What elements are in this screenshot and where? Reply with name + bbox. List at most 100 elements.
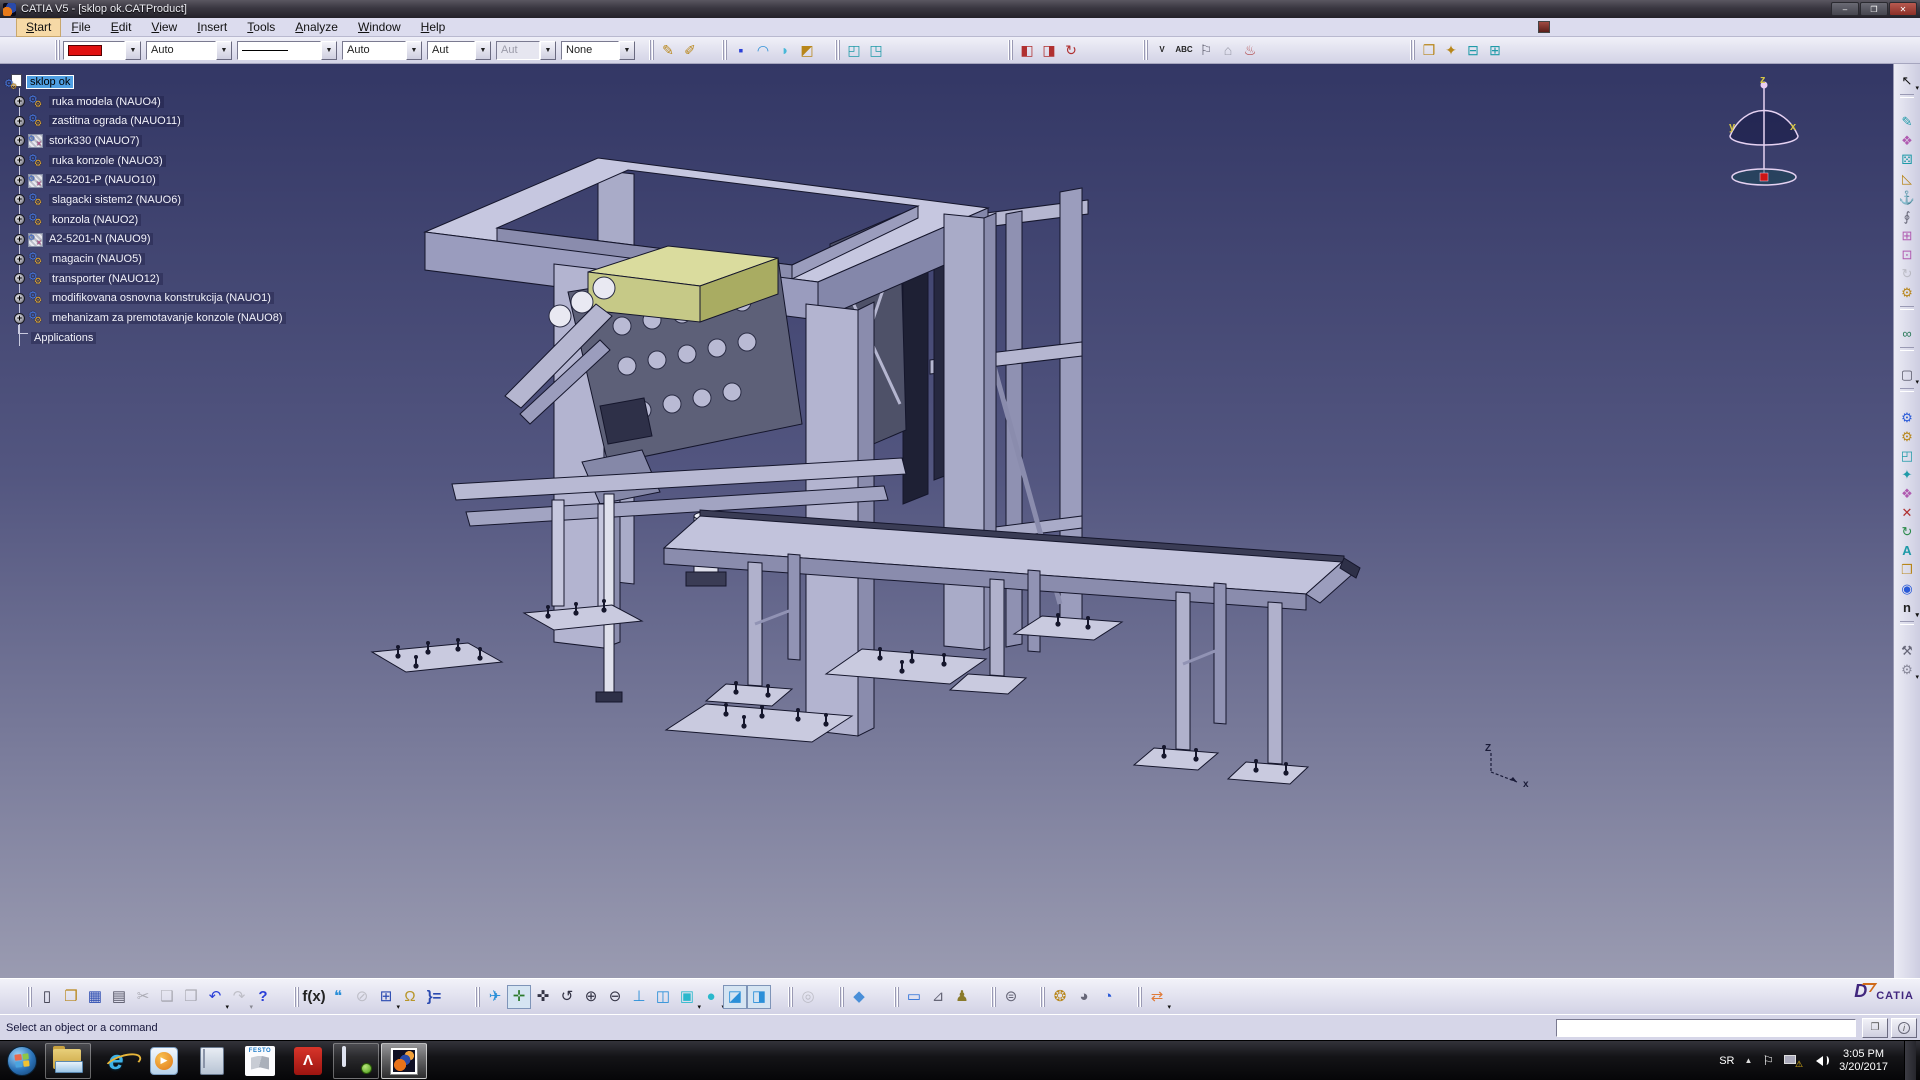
- catalog-icon[interactable]: ❒: [1897, 560, 1917, 579]
- toolbar-drag-handle[interactable]: [27, 987, 32, 1007]
- fix-together-icon[interactable]: ⊡: [1897, 245, 1917, 264]
- tree-expander[interactable]: +: [14, 96, 25, 107]
- render-print-icon[interactable]: ⊜: [999, 985, 1023, 1009]
- mass-properties-icon[interactable]: ♟: [950, 985, 974, 1009]
- component-constraint-1-icon[interactable]: ◧: [1016, 39, 1038, 61]
- frame-a-icon[interactable]: A: [1897, 541, 1917, 560]
- relations-icon[interactable]: }=: [422, 985, 446, 1009]
- menu-insert[interactable]: Insert: [187, 18, 237, 37]
- refresh-tree-icon[interactable]: ↻: [1897, 522, 1917, 541]
- tree-item-label[interactable]: ruka konzole (NAUO3): [49, 155, 166, 167]
- component-dice-icon[interactable]: ⚄: [1897, 150, 1917, 169]
- tree-expander[interactable]: +: [14, 194, 25, 205]
- menu-window[interactable]: Window: [348, 18, 411, 37]
- toolbar-drag-handle[interactable]: [788, 987, 793, 1007]
- render-style-combo[interactable]: Aut▼: [496, 41, 556, 60]
- copy-icon[interactable]: ❑: [155, 985, 179, 1009]
- update-tree-icon[interactable]: ↻: [1060, 39, 1082, 61]
- product-structure-icon[interactable]: ❖: [1897, 131, 1917, 150]
- toolbar-drag-handle[interactable]: [991, 987, 996, 1007]
- flag-note-icon[interactable]: ⚐: [1195, 39, 1217, 61]
- axis-system-icon[interactable]: ♨: [1239, 39, 1261, 61]
- hide-show-icon[interactable]: ◪: [723, 985, 747, 1009]
- view-compass[interactable]: z x y: [1719, 76, 1809, 194]
- render-mode-icon[interactable]: ●▾: [699, 985, 723, 1009]
- toolbar-drag-handle[interactable]: [835, 40, 840, 60]
- anchor-fix-icon[interactable]: ⚓: [1897, 188, 1917, 207]
- print-icon[interactable]: ▤: [107, 985, 131, 1009]
- gear-document-icon[interactable]: ◰: [1897, 446, 1917, 465]
- point-symbol-combo[interactable]: Aut▼: [427, 41, 491, 60]
- action-center-flag-icon[interactable]: ⚐: [1762, 1053, 1774, 1069]
- point-marker-icon[interactable]: ▪: [730, 39, 752, 61]
- auto-dimensions-icon[interactable]: ⇄▾: [1145, 985, 1169, 1009]
- help-info-button[interactable]: i: [1891, 1018, 1917, 1038]
- dropdown-caret[interactable]: ▾: [1915, 379, 1919, 386]
- annotation-abc-icon[interactable]: ABC: [1173, 39, 1195, 61]
- zoom-out-icon[interactable]: ⊖: [603, 985, 627, 1009]
- layer-combo[interactable]: Auto▼: [146, 41, 232, 60]
- dropdown-caret[interactable]: ▾: [1915, 674, 1919, 681]
- eraser-tool-icon[interactable]: ◩: [796, 39, 818, 61]
- language-indicator[interactable]: SR: [1719, 1055, 1734, 1067]
- component-constraint-2-icon[interactable]: ◨: [1038, 39, 1060, 61]
- new-product-icon[interactable]: ❖: [1897, 484, 1917, 503]
- tree-applications-label[interactable]: Applications: [31, 332, 96, 344]
- toolbar-drag-handle[interactable]: [55, 40, 60, 60]
- snapshot-box-icon[interactable]: ◳: [865, 39, 887, 61]
- menu-start[interactable]: Start: [16, 18, 61, 37]
- hidden-icons-chevron[interactable]: ▲: [1744, 1056, 1752, 1065]
- menu-help[interactable]: Help: [411, 18, 456, 37]
- tree-item-label[interactable]: ruka modela (NAUO4): [49, 96, 164, 108]
- taskbar-clock[interactable]: 3:05 PM 3/20/2017: [1839, 1048, 1888, 1074]
- accel-graphics-icon[interactable]: ◎: [796, 985, 820, 1009]
- iso-view-icon[interactable]: ▣▾: [675, 985, 699, 1009]
- maximize-button[interactable]: ❐: [1860, 2, 1888, 16]
- measure-inertia-icon[interactable]: ⌂: [1217, 39, 1239, 61]
- taskbar-catia[interactable]: [381, 1043, 427, 1079]
- environment-2-icon[interactable]: ◕: [1072, 985, 1096, 1009]
- toolbar-drag-handle[interactable]: [475, 987, 480, 1007]
- named-views-combo-dropdown-button[interactable]: ▼: [619, 41, 635, 60]
- 3d-viewport[interactable]: ⚙⚙sklop ok+⚙⚙ruka modela (NAUO4)+⚙⚙zasti…: [0, 64, 1893, 978]
- new-icon[interactable]: ▯: [35, 985, 59, 1009]
- paste-icon[interactable]: ❒: [179, 985, 203, 1009]
- fly-mode-icon[interactable]: ✈: [483, 985, 507, 1009]
- tree-item-label[interactable]: A2-5201-N (NAUO9): [46, 233, 153, 245]
- layer-combo-dropdown-button[interactable]: ▼: [216, 41, 232, 60]
- toolbar-drag-handle[interactable]: [1143, 40, 1148, 60]
- toolbar-drag-handle[interactable]: [1008, 40, 1013, 60]
- graph-analysis-icon[interactable]: ◉: [1897, 579, 1917, 598]
- tree-item-label[interactable]: A2-5201-P (NAUO10): [46, 174, 159, 186]
- tree-expander[interactable]: +: [14, 254, 25, 265]
- measure-item-icon[interactable]: ⊿: [926, 985, 950, 1009]
- exploded-view-icon[interactable]: ◰: [843, 39, 865, 61]
- coincidence-clip-icon[interactable]: ∮: [1897, 207, 1917, 226]
- tree-item-label[interactable]: modifikovana osnovna konstrukcija (NAUO1…: [49, 292, 274, 304]
- knowledge-icon[interactable]: ⊘: [350, 985, 374, 1009]
- tree-expander[interactable]: +: [14, 175, 25, 186]
- undo-icon[interactable]: ↶▾: [203, 985, 227, 1009]
- volume-icon[interactable]: [1811, 1056, 1829, 1066]
- arc-tool-icon[interactable]: ◠: [752, 39, 774, 61]
- color-combo[interactable]: ▼: [63, 41, 141, 60]
- catalog-browser-icon[interactable]: ❒: [1418, 39, 1440, 61]
- render-style-combo-dropdown-button[interactable]: ▼: [540, 41, 556, 60]
- line-type-combo-dropdown-button[interactable]: ▼: [321, 41, 337, 60]
- sketcher-icon[interactable]: ✎: [1897, 112, 1917, 131]
- painter-wizard-icon[interactable]: ✐: [679, 39, 701, 61]
- power-input-field[interactable]: [1556, 1019, 1856, 1037]
- tree-item-label[interactable]: magacin (NAUO5): [49, 253, 145, 265]
- menu-analyze[interactable]: Analyze: [285, 18, 348, 37]
- tree-expander[interactable]: +: [14, 116, 25, 127]
- cut-icon[interactable]: ✂: [131, 985, 155, 1009]
- tree-item-label[interactable]: transporter (NAUO12): [49, 273, 163, 285]
- whats-this-icon[interactable]: ?: [251, 985, 275, 1009]
- save-icon[interactable]: ▦: [83, 985, 107, 1009]
- toolbar-drag-handle[interactable]: [1040, 987, 1045, 1007]
- dropdown-caret[interactable]: ▾: [1915, 85, 1919, 92]
- multi-view-icon[interactable]: ◫: [651, 985, 675, 1009]
- line-weight-combo[interactable]: Auto▼: [342, 41, 422, 60]
- sketch-plane-icon[interactable]: ◺: [1897, 169, 1917, 188]
- update-assembly-icon[interactable]: ↻: [1897, 264, 1917, 283]
